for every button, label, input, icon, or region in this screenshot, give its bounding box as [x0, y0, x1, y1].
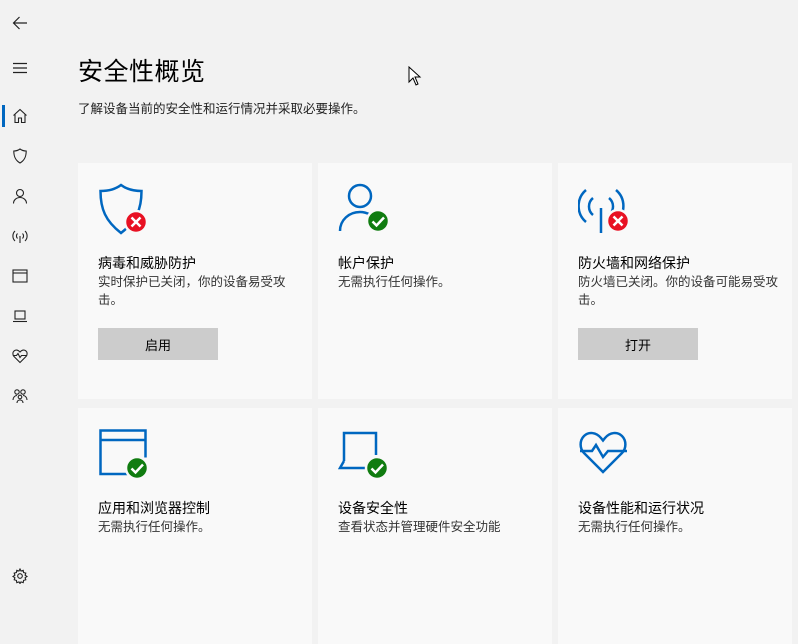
home-icon [13, 108, 27, 124]
card-device-health[interactable]: 设备性能和运行状况 无需执行任何操作。 [558, 408, 792, 644]
browser-window-icon [99, 429, 150, 481]
sidebar-item-account-protection[interactable] [0, 176, 40, 216]
card-title: 设备性能和运行状况 [578, 501, 704, 517]
gear-icon [12, 568, 28, 584]
settings-button[interactable] [0, 556, 40, 596]
laptop-icon [13, 310, 27, 323]
card-title: 应用和浏览器控制 [98, 501, 210, 517]
sidebar-item-home[interactable] [0, 96, 40, 136]
card-title: 防火墙和网络保护 [578, 256, 690, 272]
main-content: 安全性概览 了解设备当前的安全性和运行情况并采取必要操作。 病毒和威胁防护 实时… [40, 0, 798, 644]
wireless-antenna-icon [578, 189, 631, 234]
card-description: 无需执行任何操作。 [338, 274, 451, 289]
back-arrow-icon [12, 16, 27, 30]
sidebar [0, 0, 40, 601]
sidebar-item-device-security[interactable] [0, 296, 40, 336]
browser-window-icon [12, 269, 28, 283]
enable-button[interactable]: 启用 [98, 328, 218, 360]
card-description: 无需执行任何操作。 [578, 519, 691, 534]
turn-on-button[interactable]: 打开 [578, 328, 698, 360]
sidebar-item-virus-protection[interactable] [0, 136, 40, 176]
card-firewall-protection[interactable]: 防火墙和网络保护 防火墙已关闭。你的设备可能易受攻击。 打开 [558, 163, 792, 399]
card-device-security[interactable]: 设备安全性 查看状态并管理硬件安全功能 [318, 408, 552, 644]
menu-button[interactable] [0, 48, 40, 88]
page-subtitle: 了解设备当前的安全性和运行情况并采取必要操作。 [78, 101, 366, 116]
card-virus-protection[interactable]: 病毒和威胁防护 实时保护已关闭，你的设备易受攻击。 启用 [78, 163, 312, 399]
page-title: 安全性概览 [78, 57, 206, 86]
sidebar-item-device-health[interactable] [0, 336, 40, 376]
wireless-antenna-icon [12, 230, 28, 243]
card-description: 查看状态并管理硬件安全功能 [338, 519, 501, 534]
card-description: 防火墙已关闭。你的设备可能易受攻击。 [578, 274, 779, 307]
person-icon [338, 183, 391, 234]
shield-icon [13, 148, 27, 164]
sidebar-item-firewall[interactable] [0, 216, 40, 256]
hamburger-menu-icon [13, 62, 27, 74]
back-button[interactable] [0, 3, 40, 43]
mouse-cursor-icon [408, 66, 422, 86]
family-icon [12, 389, 28, 404]
heart-pulse-icon [579, 431, 627, 474]
card-app-browser-control[interactable]: 应用和浏览器控制 无需执行任何操作。 [78, 408, 312, 644]
card-title: 病毒和威胁防护 [98, 256, 196, 272]
sidebar-item-app-browser[interactable] [0, 256, 40, 296]
laptop-icon [338, 431, 390, 481]
card-account-protection[interactable]: 帐户保护 无需执行任何操作。 [318, 163, 552, 399]
shield-icon [99, 183, 149, 235]
card-description: 实时保护已关闭，你的设备易受攻击。 [98, 274, 286, 307]
card-description: 无需执行任何操作。 [98, 519, 211, 534]
card-title: 帐户保护 [338, 256, 394, 272]
sidebar-item-family[interactable] [0, 376, 40, 416]
heart-pulse-icon [12, 349, 28, 364]
card-title: 设备安全性 [338, 501, 408, 517]
person-icon [12, 188, 28, 204]
